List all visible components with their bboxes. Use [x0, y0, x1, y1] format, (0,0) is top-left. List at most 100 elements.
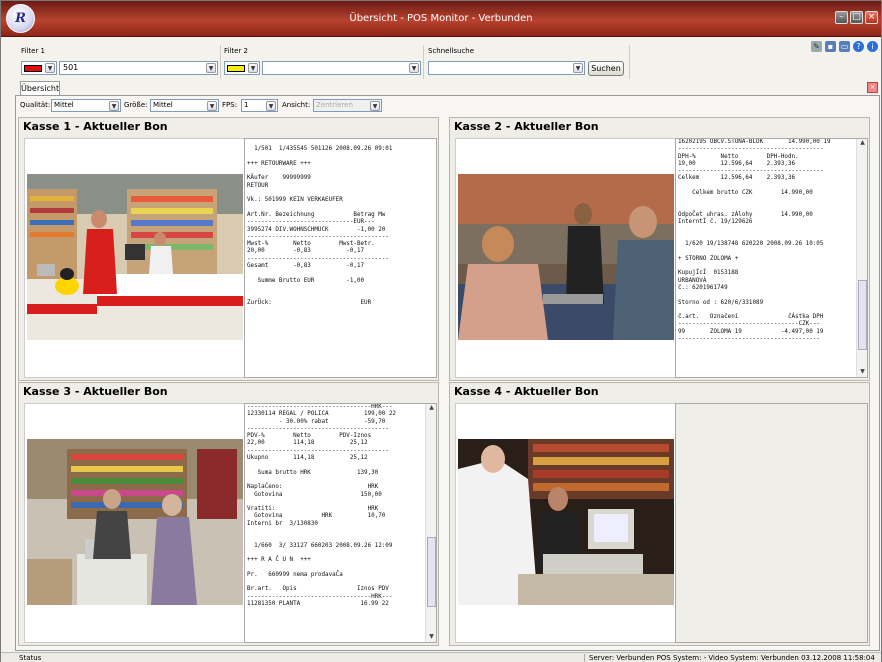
receipt-line: Pr. 660999 nema prodavaČa: [247, 571, 343, 578]
receipt-line: ------------------------------EUR---: [247, 219, 375, 226]
receipt-line: [676, 205, 867, 212]
filter1-value-select[interactable]: 501 ▼: [59, 61, 218, 75]
receipt-view[interactable]: -----------------------------------HRK--…: [244, 403, 437, 643]
help-icon[interactable]: ?: [853, 41, 864, 52]
panel-title: Kasse 3 - Aktueller Bon: [23, 385, 168, 398]
receipt-line: 3995274 DIV.WOHNSCHMUCK -1,00 20: [247, 226, 386, 233]
chevron-down-icon: ▼: [248, 63, 258, 73]
close-button[interactable]: ×: [865, 11, 878, 24]
receipt-line: -----------------------------------HRK--…: [247, 404, 393, 410]
receipt-line: InterntÍ č. 19/129626: [678, 219, 753, 226]
receipt-line: -----------------------------------HRK--…: [247, 593, 393, 600]
filter1-color-select[interactable]: ▼: [21, 61, 57, 75]
window-icon[interactable]: ▭: [839, 41, 850, 52]
receipt-line: Storno od : 620/6/331089: [678, 299, 764, 306]
camera-view[interactable]: [455, 403, 676, 643]
receipt-scrollbar[interactable]: ▲ ▼: [856, 139, 867, 377]
store-camera-image: [27, 174, 243, 340]
receipt-line: ----------------------------------------: [247, 233, 389, 240]
receipt-line: [245, 139, 436, 146]
receipt-line: [245, 535, 436, 542]
tab-overview[interactable]: Übersicht: [20, 81, 60, 95]
quality-label: Qualität:: [20, 101, 51, 109]
size-select[interactable]: Mittel ▼: [150, 99, 219, 112]
scroll-thumb[interactable]: [858, 280, 867, 350]
size-value: Mittel: [153, 101, 173, 109]
size-label: Größe:: [124, 101, 148, 109]
scroll-up-icon[interactable]: ▲: [858, 139, 867, 148]
kasse-1-panel: Kasse 1 - Aktueller Bon 1/501 1/435545 5…: [18, 117, 439, 381]
receipt-line: 12330114 REGAL / POLICA 199,00 22: [247, 411, 396, 418]
receipt-view[interactable]: 1/501 1/435545 501126 2008.09.26 09:01 ++…: [244, 138, 437, 378]
receipt-line: [245, 462, 436, 469]
close-tab-icon[interactable]: ×: [867, 82, 878, 93]
receipt-line: Art.Nr. Bezeichnung Betrag Mw: [247, 211, 386, 218]
toolbar-icons: ✎ ▪ ▭ ? i: [811, 41, 878, 52]
panel-title: Kasse 1 - Aktueller Bon: [23, 120, 168, 133]
receipt-line: [245, 190, 436, 197]
save-icon[interactable]: ▪: [825, 41, 836, 52]
receipt-line: Gotovina HRK 10,70: [247, 513, 386, 520]
receipt-line: [245, 499, 436, 506]
receipt-line: KupujÍcÍ 0153188: [678, 270, 739, 277]
maximize-button[interactable]: □: [850, 11, 863, 24]
receipt-line: ----------------------------------------: [247, 255, 389, 262]
filter1-value: 501: [63, 63, 79, 72]
receipt-line: 1/620 19/138748 620220 2008.09.26 10:05: [678, 241, 824, 248]
chevron-down-icon: ▼: [266, 101, 276, 111]
fps-select[interactable]: 1 ▼: [241, 99, 278, 112]
view-select[interactable]: Zentrieren ▼: [313, 99, 382, 112]
receipt-line: ----------------------------------------…: [678, 168, 824, 175]
receipt-line: 99 ZOLOMA 19 -4.497,00 19: [678, 328, 824, 335]
search-input[interactable]: ▼: [428, 61, 585, 75]
info-icon[interactable]: i: [867, 41, 878, 52]
receipt-line: RETOUR: [247, 182, 269, 189]
receipt-line: [245, 579, 436, 586]
receipt-line: [245, 285, 436, 292]
receipt-line: Ukupno 114,18 25,12: [247, 455, 368, 462]
receipt-line: URBANOVÁ: [678, 277, 707, 284]
chevron-down-icon: ▼: [45, 63, 55, 73]
receipt-line: ----------------------------------CZK---: [678, 321, 820, 328]
receipt-line: [676, 183, 867, 190]
chevron-down-icon: ▼: [573, 63, 583, 73]
receipt-line: ----------------------------------------: [247, 425, 389, 432]
receipt-line: Gesamt -0,83 -0,17: [247, 263, 365, 270]
kasse-2-panel: Kasse 2 - Aktueller Bon 16202195 OBCV.ST…: [449, 117, 870, 381]
receipt-view[interactable]: [675, 403, 868, 643]
scroll-up-icon[interactable]: ▲: [427, 404, 436, 413]
receipt-line: [245, 528, 436, 535]
receipt-line: Mwst-% Netto Mwst-Betr.: [247, 241, 375, 248]
receipt-line: [245, 270, 436, 277]
receipt-line: PDV-% Netto PDV-Iznos: [247, 433, 372, 440]
scroll-thumb[interactable]: [427, 537, 436, 607]
view-value: Zentrieren: [316, 101, 353, 109]
receipt-text: 16202195 OBCV.STUNA-BLOK 14.990,00 19 ---…: [676, 139, 867, 343]
quality-select[interactable]: Mittel ▼: [51, 99, 121, 112]
camera-view[interactable]: [24, 138, 245, 378]
receipt-line: Vk.: 501999 KEIN VERKAEUFER: [247, 197, 343, 204]
receipt-line: [676, 234, 867, 241]
chevron-down-icon: ▼: [207, 101, 217, 111]
minimize-button[interactable]: –: [835, 11, 848, 24]
status-text: Status: [19, 654, 42, 662]
chevron-down-icon: ▼: [370, 101, 380, 111]
options-bar: Qualität: Mittel ▼ Größe: Mittel ▼ FPS: 1 ▼…: [20, 99, 870, 113]
receipt-line: Celkem brutto CZK 14.990,00: [678, 190, 813, 197]
receipt-view[interactable]: 16202195 OBCV.STUNA-BLOK 14.990,00 19 ---…: [675, 138, 868, 378]
receipt-scrollbar[interactable]: ▲ ▼: [425, 404, 436, 642]
tools-icon[interactable]: ✎: [811, 41, 822, 52]
filter2-color-select[interactable]: ▼: [224, 61, 260, 75]
filter2-value-select[interactable]: ▼: [262, 61, 421, 75]
receipt-line: Suma brutto HRK 139,30: [247, 469, 379, 476]
camera-view[interactable]: [455, 138, 676, 378]
title-bar[interactable]: R Übersicht - POS Monitor - Verbunden – …: [1, 1, 881, 37]
camera-view[interactable]: [24, 403, 245, 643]
receipt-line: DPH-% Netto DPH-Hodn.: [678, 153, 799, 160]
receipt-line: Vratiti: HRK: [247, 506, 379, 513]
search-button[interactable]: Suchen: [588, 61, 624, 76]
receipt-line: ZurÜck: EUR: [247, 299, 372, 306]
scroll-down-icon[interactable]: ▼: [858, 368, 867, 377]
app-window: R Übersicht - POS Monitor - Verbunden – …: [0, 0, 882, 662]
scroll-down-icon[interactable]: ▼: [427, 633, 436, 642]
